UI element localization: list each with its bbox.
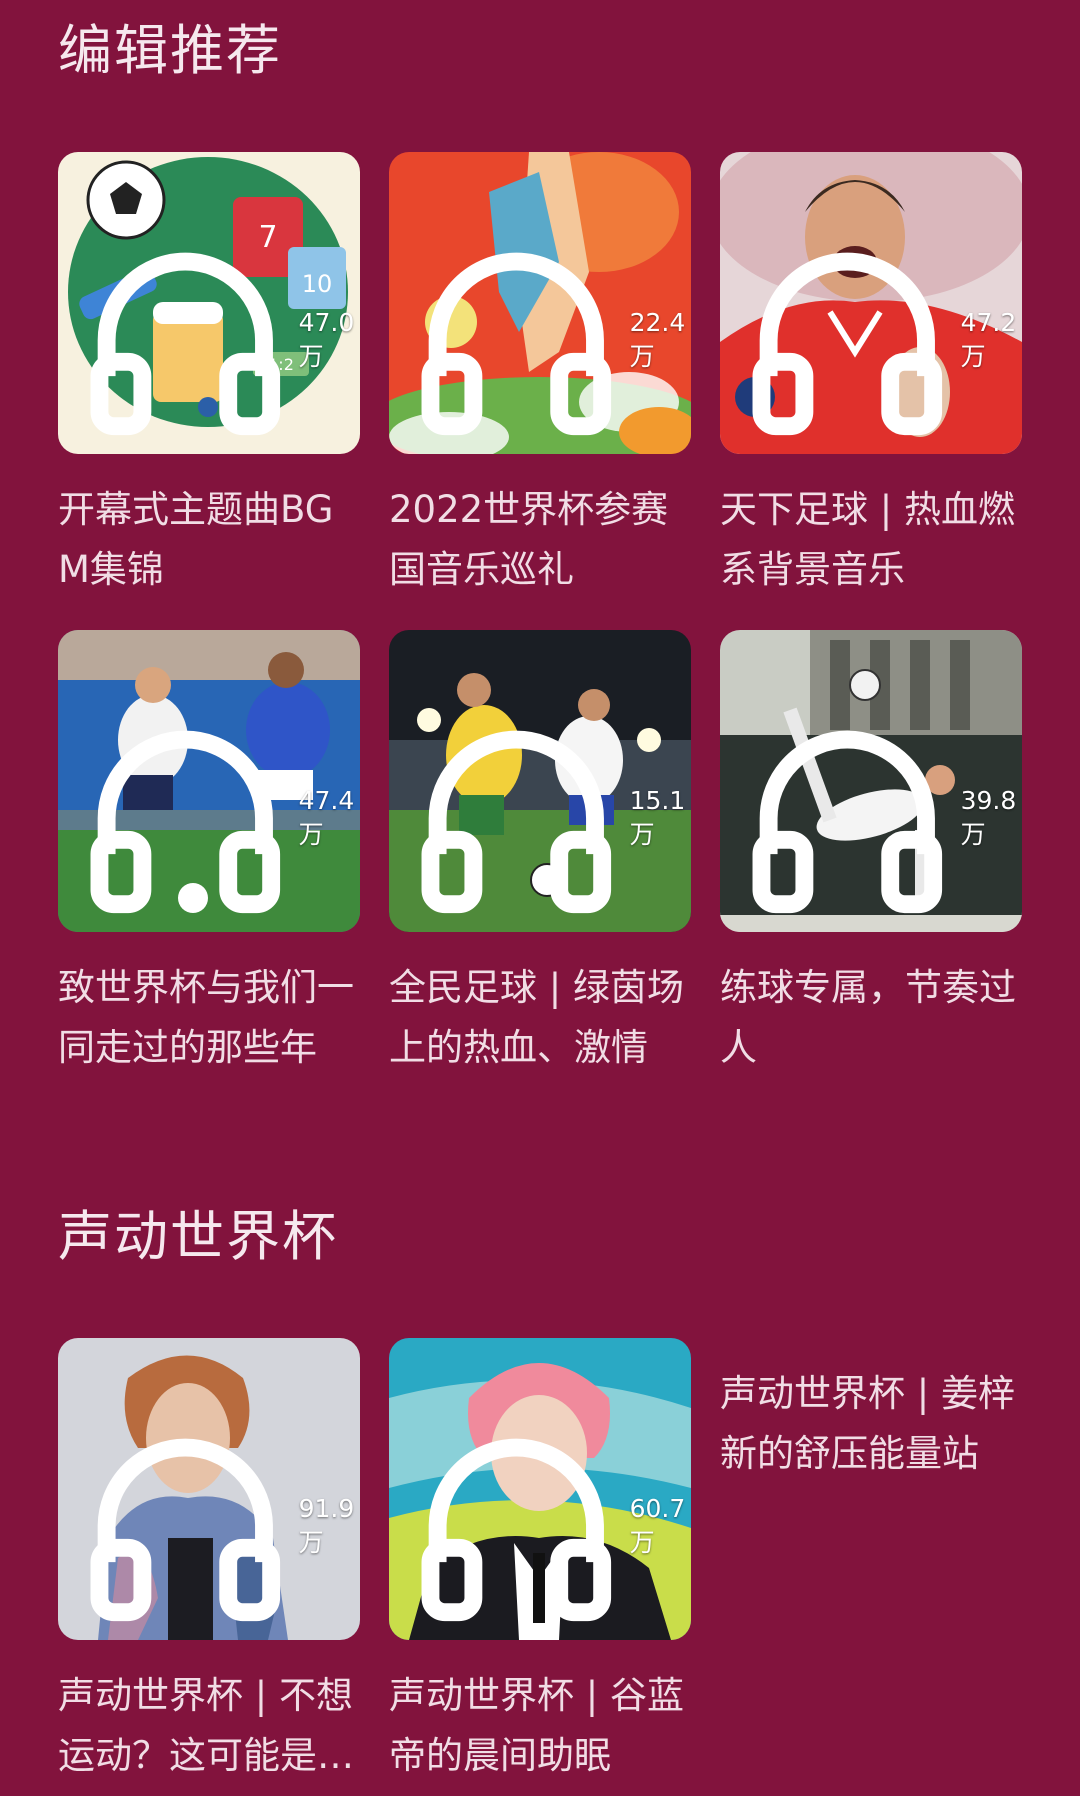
playlist-title[interactable]: 开幕式主题曲BGM集锦 <box>58 480 360 600</box>
play-count: 47.0万 <box>78 233 360 448</box>
playlist-card[interactable]: 15.1万 全民足球 | 绿茵场上的热血、激情 <box>389 630 691 1078</box>
headphone-icon <box>90 731 281 914</box>
play-count: 15.1万 <box>409 711 691 926</box>
playlist-title[interactable]: 2022世界杯参赛国音乐巡礼 <box>389 480 691 600</box>
playlist-cover-image: 60.7万 <box>389 1338 691 1640</box>
headphone-icon <box>90 253 281 436</box>
play-count-value: 47.4万 <box>298 786 355 850</box>
playlist-card[interactable]: 22.4万 2022世界杯参赛国音乐巡礼 <box>389 152 691 600</box>
play-count: 47.2万 <box>740 233 1022 448</box>
playlist-cover-image: 22.4万 <box>389 152 691 454</box>
playlist-title[interactable]: 致世界杯与我们一同走过的那些年 <box>58 958 360 1078</box>
playlist-card[interactable]: 7 10 1:2 47.0万 开幕式主题曲BGM集锦 <box>58 152 360 600</box>
headphone-icon <box>421 253 612 436</box>
play-count: 39.8万 <box>740 711 1022 926</box>
playlist-card[interactable]: 声动世界杯 | 姜梓新的舒压能量站 <box>720 1364 1022 1484</box>
playlist-card[interactable]: 47.2万 天下足球 | 热血燃系背景音乐 <box>720 152 1022 600</box>
playlist-cover-image: 47.4万 <box>58 630 360 932</box>
playlist-cover-image: 47.2万 <box>720 152 1022 454</box>
playlist-cover-image: 7 10 1:2 47.0万 <box>58 152 360 454</box>
play-count-value: 22.4万 <box>629 308 686 372</box>
playlist-title[interactable]: 声动世界杯 | 谷蓝帝的晨间助眠 <box>389 1666 691 1786</box>
play-count: 22.4万 <box>409 233 691 448</box>
section-title-editor-picks: 编辑推荐 <box>58 19 282 82</box>
playlist-card[interactable]: 91.9万 声动世界杯 | 不想运动？这可能是最好的理由 <box>58 1338 360 1786</box>
headphone-icon <box>752 253 943 436</box>
play-count: 91.9万 <box>78 1419 360 1634</box>
play-count-value: 47.2万 <box>960 308 1017 372</box>
play-count: 60.7万 <box>409 1419 691 1634</box>
playlist-title[interactable]: 天下足球 | 热血燃系背景音乐 <box>720 480 1022 600</box>
headphone-icon <box>90 1439 281 1622</box>
play-count-value: 47.0万 <box>298 308 355 372</box>
section-title-world-cup-sound: 声动世界杯 <box>58 1205 338 1268</box>
playlist-card[interactable]: 47.4万 致世界杯与我们一同走过的那些年 <box>58 630 360 1078</box>
playlist-title[interactable]: 声动世界杯 | 姜梓新的舒压能量站 <box>720 1364 1022 1484</box>
headphone-icon <box>421 731 612 914</box>
headphone-icon <box>421 1439 612 1622</box>
playlist-title[interactable]: 全民足球 | 绿茵场上的热血、激情 <box>389 958 691 1078</box>
playlist-cover-image: 91.9万 <box>58 1338 360 1640</box>
playlist-title[interactable]: 练球专属，节奏过人 <box>720 958 1022 1078</box>
playlist-card[interactable]: 60.7万 声动世界杯 | 谷蓝帝的晨间助眠 <box>389 1338 691 1786</box>
playlist-card[interactable]: 39.8万 练球专属，节奏过人 <box>720 630 1022 1078</box>
playlist-title[interactable]: 声动世界杯 | 不想运动？这可能是最好的理由 <box>58 1666 360 1786</box>
play-count: 47.4万 <box>78 711 360 926</box>
headphone-icon <box>752 731 943 914</box>
play-count-value: 15.1万 <box>629 786 686 850</box>
play-count-value: 39.8万 <box>960 786 1017 850</box>
play-count-value: 91.9万 <box>298 1494 355 1558</box>
playlist-cover-image: 15.1万 <box>389 630 691 932</box>
playlist-cover-image: 39.8万 <box>720 630 1022 932</box>
play-count-value: 60.7万 <box>629 1494 686 1558</box>
